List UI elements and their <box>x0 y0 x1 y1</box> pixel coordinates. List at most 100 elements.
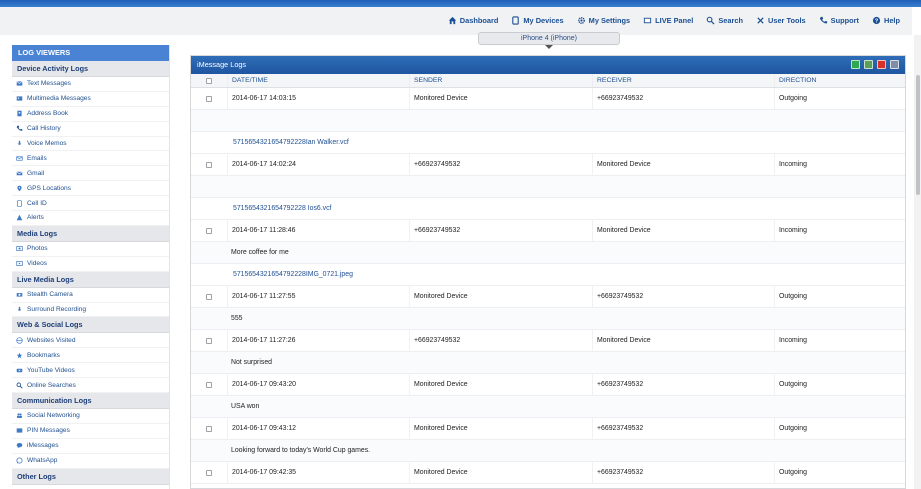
sidebar-item-label: Gmail <box>27 169 45 177</box>
nav-item-support[interactable]: Support <box>819 16 859 25</box>
sidebar-item-gmail[interactable]: Gmail <box>12 166 169 182</box>
sidebar-item-videos[interactable]: Videos <box>12 257 169 272</box>
row-checkbox[interactable] <box>206 469 212 476</box>
sidebar-item-alerts[interactable]: Alerts <box>12 211 169 226</box>
tools-icon <box>756 16 765 25</box>
sidebar-item-label: Address Book <box>27 110 69 118</box>
attachment-link[interactable]: 5715654321654792228Ian Walker.vcf <box>191 139 349 146</box>
sidebar-item-bookmarks[interactable]: Bookmarks <box>12 348 169 364</box>
message-text-row: USA won <box>191 396 905 418</box>
attachment-link[interactable]: 5715654321654792228IMG_0721.jpeg <box>191 271 353 278</box>
sidebar-item-gps-locations[interactable]: GPS Locations <box>12 181 169 197</box>
nav-item-my-settings[interactable]: My Settings <box>577 16 630 25</box>
row-checkbox[interactable] <box>206 337 212 344</box>
sidebar-item-pin-messages[interactable]: PIN Messages <box>12 424 169 439</box>
nav-item-label: Help <box>883 16 900 25</box>
row-checkbox[interactable] <box>206 381 212 388</box>
row-checkbox[interactable] <box>206 161 212 168</box>
sidebar-item-social-networking[interactable]: Social Networking <box>12 409 169 424</box>
sidebar-item-label: Social Networking <box>27 412 80 420</box>
cell-sender: +66923749532 <box>409 154 592 175</box>
sidebar-item-label: Cell ID <box>27 199 47 207</box>
sidebar-header: LOG VIEWERS <box>12 45 169 61</box>
column-header-direction[interactable]: DIRECTION <box>774 74 905 87</box>
table-row[interactable]: 2014-06-17 09:43:12 Monitored Device +6692… <box>191 418 905 440</box>
row-checkbox[interactable] <box>206 95 212 102</box>
export-pdf-icon[interactable] <box>877 60 886 69</box>
whatsapp-icon <box>16 457 23 464</box>
sidebar-group-title[interactable]: Other Logs <box>12 468 169 485</box>
imessage-logs-panel: iMessage Logs DATE/TIME SENDER RECEIVER … <box>190 55 906 489</box>
video-icon <box>16 260 23 267</box>
sidebar-item-websites-visited[interactable]: Websites Visited <box>12 333 169 349</box>
sidebar-item-label: Text Messages <box>27 80 71 88</box>
message-text: More coffee for me <box>231 249 289 256</box>
sidebar-item-text-messages[interactable]: Text Messages <box>12 77 169 92</box>
sidebar-group-title[interactable]: Device Activity Logs <box>12 61 169 77</box>
table-row[interactable]: 2014-06-17 09:42:35 Monitored Device +6692… <box>191 462 905 484</box>
sidebar-item-whatsapp[interactable]: WhatsApp <box>12 454 169 469</box>
table-row[interactable]: 2014-06-17 11:27:26 +66923749532 Monitored… <box>191 330 905 352</box>
nav-item-user-tools[interactable]: User Tools <box>756 16 806 25</box>
row-checkbox[interactable] <box>206 293 212 300</box>
message-text-row: Not surprised <box>191 352 905 374</box>
sidebar-item-youtube-videos[interactable]: YouTube Videos <box>12 363 169 379</box>
attachment-link[interactable]: 5715654321654792228 Ios6.vcf <box>191 205 331 212</box>
table-row[interactable]: 2014-06-17 11:28:46 +66923749532 Monitored… <box>191 220 905 242</box>
nav-item-search[interactable]: Search <box>706 16 743 25</box>
table-row[interactable]: 2014-06-17 09:43:20 Monitored Device +6692… <box>191 374 905 396</box>
cell-direction: Outgoing <box>774 88 905 109</box>
device-selector[interactable]: iPhone 4 (iPhone) <box>478 32 620 45</box>
sidebar-item-surround-recording[interactable]: Surround Recording <box>12 303 169 318</box>
message-text-row <box>191 176 905 198</box>
table-row[interactable]: 2014-06-17 14:03:15 Monitored Device +6692… <box>191 88 905 110</box>
nav-item-live-panel[interactable]: LIVE Panel <box>643 16 693 25</box>
export-excel-icon[interactable] <box>851 60 860 69</box>
nav-item-label: My Settings <box>588 16 631 25</box>
column-header-date[interactable]: DATE/TIME <box>227 74 409 87</box>
nav-item-help[interactable]: ? Help <box>872 16 900 25</box>
row-checkbox[interactable] <box>206 227 212 234</box>
select-all-checkbox[interactable] <box>206 77 212 84</box>
cell-date: 2014-06-17 09:43:12 <box>227 418 409 439</box>
sidebar-group-title[interactable]: Communication Logs <box>12 393 169 410</box>
column-header-receiver[interactable]: RECEIVER <box>592 74 774 87</box>
page-scrollbar[interactable] <box>914 35 921 489</box>
print-icon[interactable] <box>890 60 899 69</box>
sidebar-group-title[interactable]: Web & Social Logs <box>12 317 169 334</box>
row-select-cell <box>191 425 227 432</box>
sidebar-item-photos[interactable]: Photos <box>12 242 169 257</box>
cell-date: 2014-06-17 11:28:46 <box>227 220 409 241</box>
sidebar-item-imessages[interactable]: iMessages <box>12 439 169 454</box>
sidebar-item-call-history[interactable]: Call History <box>12 122 169 137</box>
mms-icon <box>16 95 23 102</box>
sidebar-group-title[interactable]: Media Logs <box>12 225 169 242</box>
table-row[interactable]: 2014-06-17 14:02:24 +66923749532 Monitored… <box>191 154 905 176</box>
nav-item-dashboard[interactable]: Dashboard <box>448 16 498 25</box>
sidebar-item-stealth-camera[interactable]: Stealth Camera <box>12 288 169 303</box>
row-select-cell <box>191 227 227 234</box>
column-header-sender[interactable]: SENDER <box>409 74 592 87</box>
scrollbar-thumb[interactable] <box>916 75 920 195</box>
sidebar-item-multimedia-messages[interactable]: Multimedia Messages <box>12 92 169 107</box>
sidebar-item-cell-id[interactable]: Cell ID <box>12 196 169 212</box>
cell-receiver: +66923749532 <box>592 462 774 483</box>
imessage-icon <box>16 442 23 449</box>
row-checkbox[interactable] <box>206 425 212 432</box>
panel-title: iMessage Logs <box>197 60 247 69</box>
nav-item-my-devices[interactable]: My Devices <box>511 16 564 25</box>
sidebar-item-online-searches[interactable]: Online Searches <box>12 378 169 394</box>
select-all-cell <box>191 77 227 84</box>
message-text-row: Looking forward to today's World Cup gam… <box>191 440 905 462</box>
chevron-down-icon[interactable] <box>545 45 553 49</box>
table-row[interactable]: 2014-06-17 11:27:55 Monitored Device +6692… <box>191 286 905 308</box>
sidebar-group-title[interactable]: Live Media Logs <box>12 271 169 288</box>
star-icon <box>16 352 23 359</box>
sidebar-item-voice-memos[interactable]: Voice Memos <box>12 137 169 152</box>
export-csv-icon[interactable] <box>864 60 873 69</box>
sidebar-item-emails[interactable]: Emails <box>12 151 169 167</box>
sidebar-item-label: Online Searches <box>27 381 76 389</box>
sidebar-item-address-book[interactable]: Address Book <box>12 107 169 122</box>
log-viewers-sidebar: LOG VIEWERS Device Activity Logs Text Mes… <box>12 45 170 489</box>
email-icon <box>16 155 23 162</box>
